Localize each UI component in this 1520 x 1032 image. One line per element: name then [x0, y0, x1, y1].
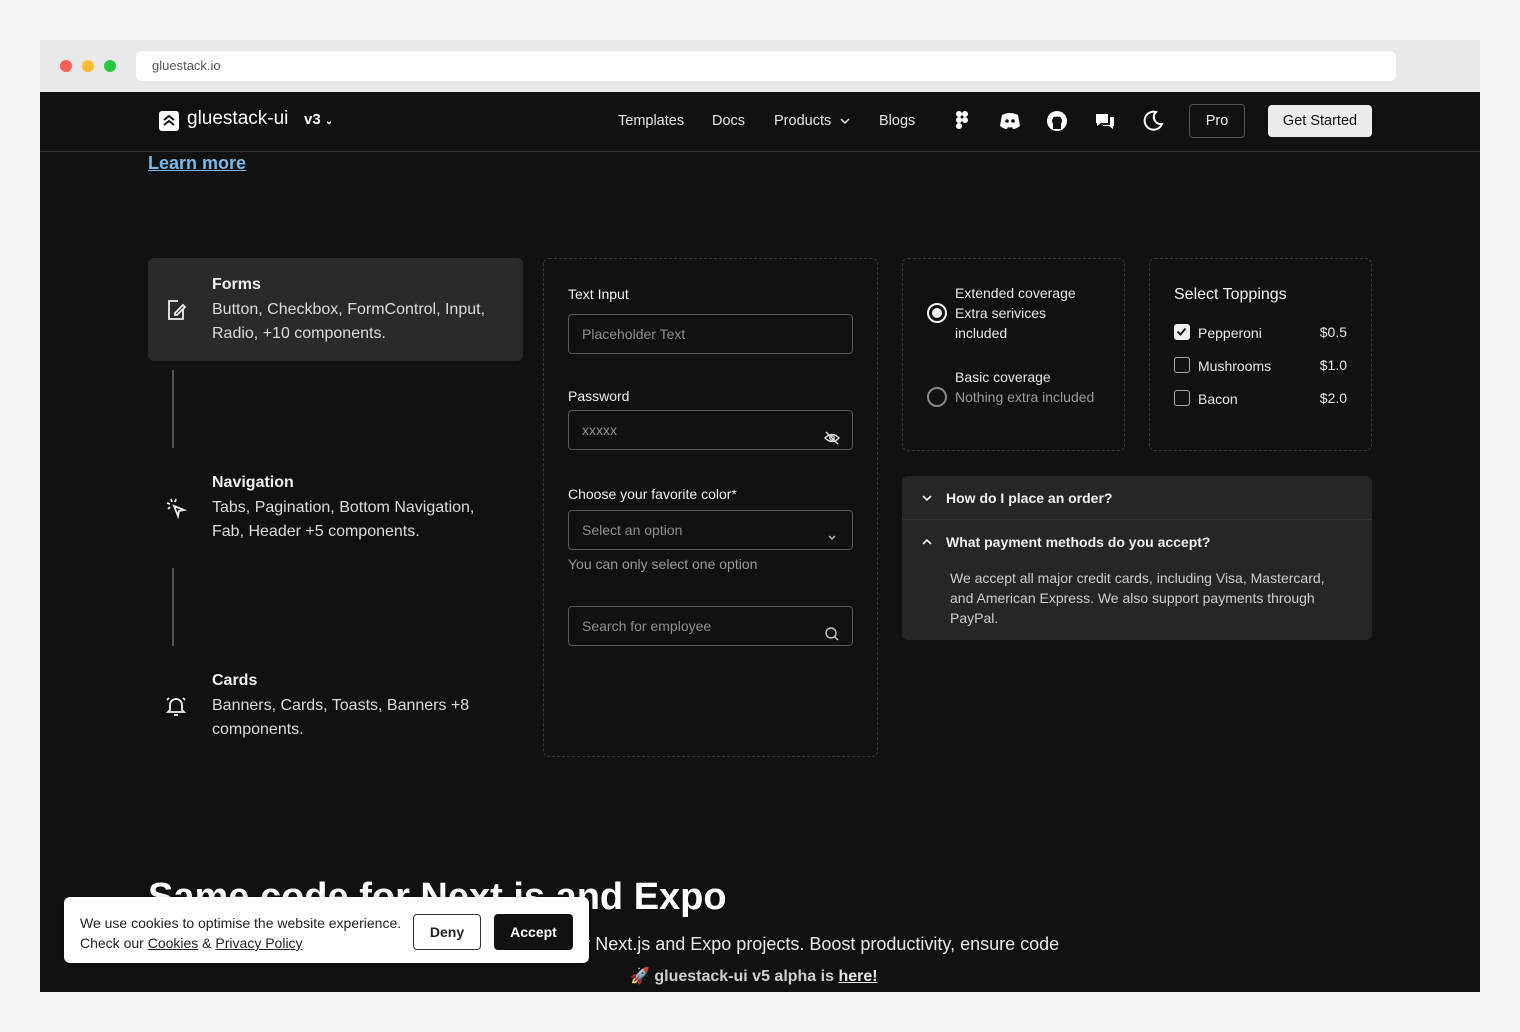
cursor-click-icon [164, 496, 188, 520]
radio-title: Basic coverage [955, 369, 1051, 385]
password-value: xxxxx [582, 422, 617, 438]
privacy-policy-link[interactable]: Privacy Policy [215, 935, 302, 951]
feature-description: Banners, Cards, Toasts, Banners +8 compo… [212, 697, 470, 738]
feature-forms[interactable]: Forms Button, Checkbox, FormControl, Inp… [148, 258, 523, 361]
cookies-link[interactable]: Cookies [148, 935, 199, 951]
nav-link-blogs[interactable]: Blogs [879, 113, 915, 129]
pro-button[interactable]: Pro [1189, 104, 1245, 138]
search-placeholder: Search for employee [582, 618, 712, 634]
chevron-down-icon [824, 522, 840, 540]
password-input[interactable]: xxxxx [568, 410, 853, 450]
feature-cards[interactable]: Cards Banners, Cards, Toasts, Banners +8… [148, 654, 523, 757]
accordion-question: What payment methods do you accept? [946, 534, 1211, 550]
radio-label: Extended coverage Extra serivices includ… [955, 283, 1095, 343]
radio-title: Extended coverage [955, 285, 1076, 301]
banner-link[interactable]: here! [838, 968, 877, 985]
checkbox-bacon[interactable] [1174, 390, 1190, 406]
dark-mode-moon-icon[interactable] [1141, 109, 1165, 133]
form-demo-panel: Text Input Placeholder Text Password xxx… [543, 258, 878, 757]
chevron-up-icon [922, 538, 932, 545]
cookie-line: We use cookies to optimise the website e… [80, 915, 402, 931]
minimize-window-dot[interactable] [82, 60, 94, 72]
browser-chrome: gluestack.io [40, 40, 1480, 92]
cookie-line: Check our Cookies & Privacy Policy [80, 933, 410, 953]
topping-price: $1.0 [1319, 357, 1347, 373]
chevron-down-icon: ⌄ [324, 116, 334, 127]
color-select-label: Choose your favorite color* [568, 486, 737, 502]
toppings-title: Select Toppings [1174, 286, 1287, 303]
brand-name[interactable]: gluestack-ui [187, 108, 288, 130]
accept-cookies-button[interactable]: Accept [494, 914, 573, 950]
feature-navigation[interactable]: Navigation Tabs, Pagination, Bottom Navi… [148, 456, 523, 559]
banner-text: 🚀 gluestack-ui v5 alpha is [630, 968, 839, 985]
topping-price: $0.5 [1319, 324, 1347, 340]
employee-search-input[interactable]: Search for employee [568, 606, 853, 646]
radio-subtitle: Nothing extra included [955, 389, 1095, 405]
feature-title: Cards [212, 672, 258, 689]
chat-bubbles-icon[interactable] [1093, 109, 1117, 133]
select-placeholder: Select an option [582, 522, 683, 538]
faq-accordion: How do I place an order? What payment me… [902, 476, 1372, 640]
accordion-answer: We accept all major credit cards, includ… [950, 570, 1325, 626]
radio-label: Basic coverage Nothing extra included [955, 367, 1095, 407]
feature-description: Tabs, Pagination, Bottom Navigation, Fab… [212, 499, 475, 540]
accordion-item-place-order[interactable]: How do I place an order? [902, 476, 1372, 520]
announcement-banner: 🚀 gluestack-ui v5 alpha is here! [630, 966, 878, 986]
eye-off-icon[interactable] [824, 422, 840, 445]
check-icon [1176, 327, 1187, 336]
address-bar[interactable]: gluestack.io [136, 51, 1396, 81]
bell-ring-icon [164, 694, 188, 718]
nav-link-docs[interactable]: Docs [712, 113, 745, 129]
checkbox-mushrooms[interactable] [1174, 357, 1190, 373]
maximize-window-dot[interactable] [104, 60, 116, 72]
cookie-amp: & [198, 935, 216, 951]
coverage-radio-panel: Extended coverage Extra serivices includ… [902, 258, 1125, 451]
version-selector[interactable]: v3 ⌄ [304, 111, 333, 128]
color-select[interactable]: Select an option [568, 510, 853, 550]
close-window-dot[interactable] [60, 60, 72, 72]
github-icon[interactable] [1045, 109, 1069, 133]
topping-name: Mushrooms [1198, 358, 1272, 374]
get-started-button[interactable]: Get Started [1268, 105, 1372, 137]
browser-window: gluestack.io gluestack-ui v3 ⌄ Templates… [40, 40, 1480, 992]
figma-icon[interactable] [950, 109, 974, 133]
chevron-down-icon [840, 118, 850, 125]
nav-link-templates[interactable]: Templates [618, 113, 684, 129]
radio-basic-coverage[interactable] [927, 387, 947, 407]
feature-connector-line [172, 568, 174, 646]
topping-name: Pepperoni [1198, 325, 1262, 341]
text-input[interactable]: Placeholder Text [568, 314, 853, 354]
search-icon[interactable] [824, 618, 840, 641]
color-select-hint: You can only select one option [568, 556, 758, 572]
feature-connector-line [172, 370, 174, 448]
radio-extended-coverage[interactable] [927, 303, 947, 323]
accordion-item-payment-methods[interactable]: What payment methods do you accept? [902, 520, 1372, 564]
radio-subtitle: Extra serivices included [955, 305, 1047, 341]
learn-more-link[interactable]: Learn more [148, 153, 246, 174]
accordion-question: How do I place an order? [946, 490, 1113, 506]
chevron-down-icon [922, 495, 932, 502]
password-label: Password [568, 388, 630, 404]
cookie-text-prefix: Check our [80, 935, 148, 951]
topping-name: Bacon [1198, 391, 1238, 407]
feature-title: Forms [212, 276, 261, 293]
feature-description: Button, Checkbox, FormControl, Input, Ra… [212, 301, 486, 342]
discord-icon[interactable] [998, 109, 1022, 133]
cookie-consent-banner: We use cookies to optimise the website e… [64, 897, 589, 963]
text-input-label: Text Input [568, 286, 629, 302]
edit-form-icon [164, 298, 188, 322]
nav-link-products[interactable]: Products [774, 113, 851, 129]
feature-title: Navigation [212, 474, 294, 491]
toppings-panel: Select Toppings Pepperoni $0.5 Mushrooms… [1149, 258, 1372, 451]
checkbox-pepperoni[interactable] [1174, 324, 1190, 340]
top-navbar: gluestack-ui v3 ⌄ Templates Docs Product… [40, 92, 1480, 152]
cookie-message: We use cookies to optimise the website e… [80, 913, 410, 953]
topping-price: $2.0 [1319, 390, 1347, 406]
deny-cookies-button[interactable]: Deny [413, 914, 481, 950]
gluestack-logo-icon[interactable] [159, 111, 179, 131]
